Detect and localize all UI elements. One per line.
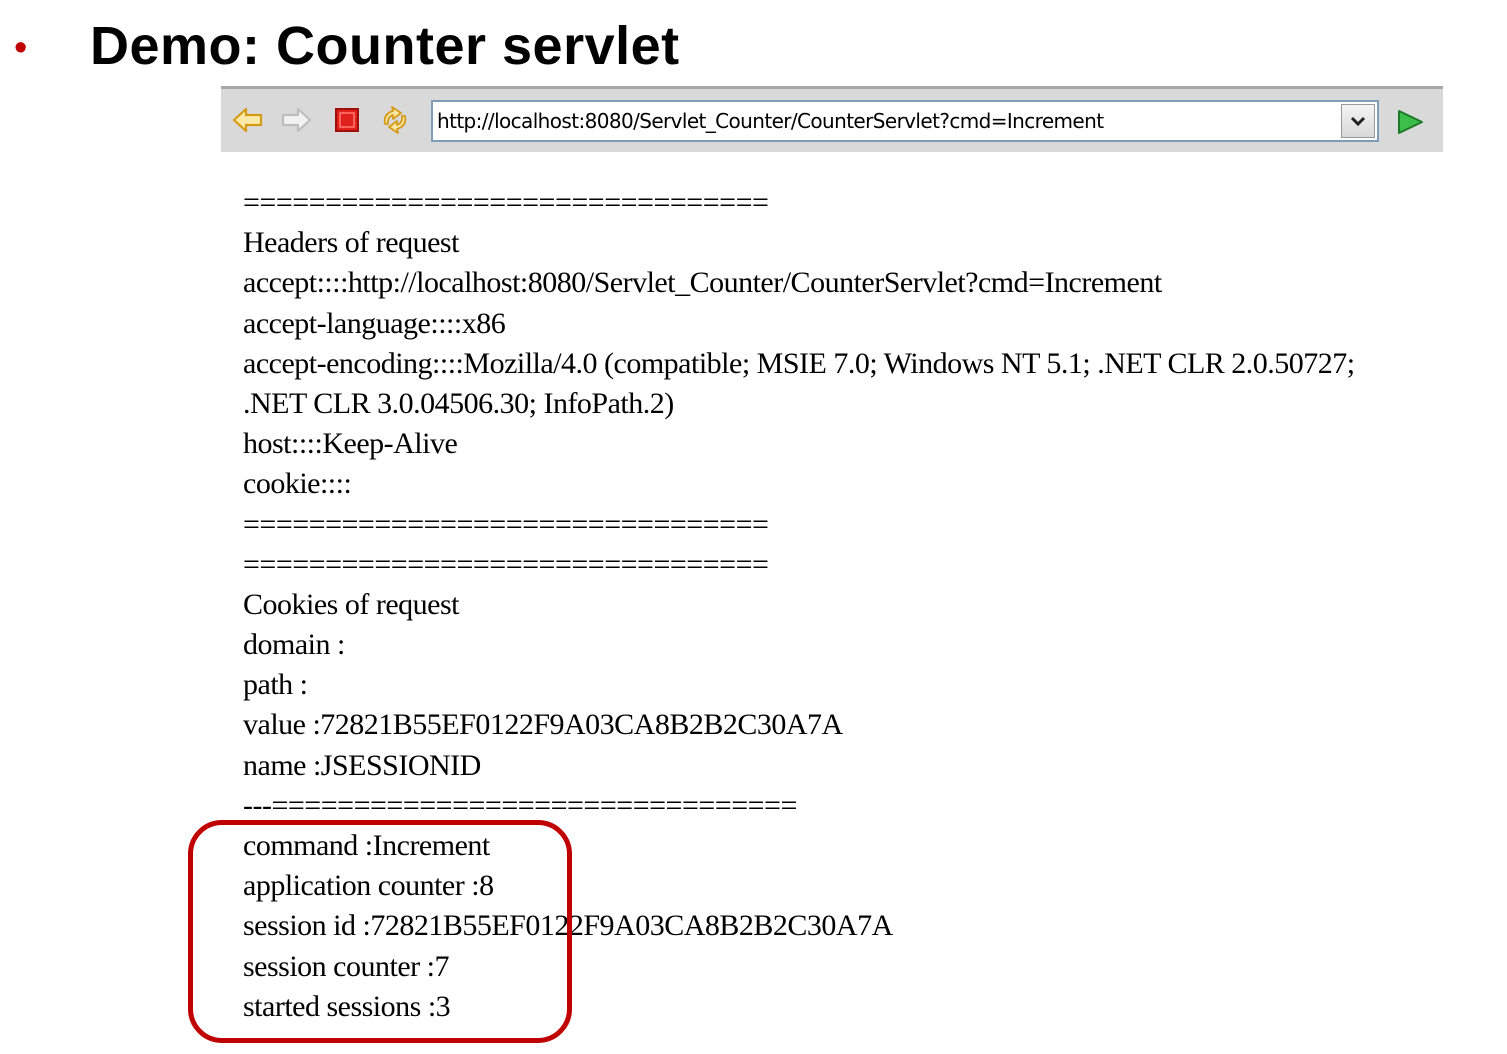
forward-arrow-icon [281,107,312,133]
started-sessions-line: started sessions :3 [243,989,451,1023]
cookie-path: path : [243,668,308,702]
cookie-name: name :JSESSIONID [243,748,481,782]
stop-icon [335,108,359,132]
forward-button[interactable] [279,103,313,137]
cookie-value: value :72821B55EF0122F9A03CA8B2B2C30A7A [243,708,843,742]
servlet-output: ================================ Headers… [243,183,1393,1027]
chevron-down-icon [1350,116,1366,127]
headers-heading: Headers of request [243,226,459,260]
cookies-heading: Cookies of request [243,587,459,621]
cookie-domain: domain : [243,628,345,662]
header-host: host::::Keep-Alive [243,427,458,461]
url-dropdown-button[interactable] [1341,104,1375,138]
bullet-marker: • [14,27,28,69]
go-button[interactable] [1393,105,1427,139]
header-cookie: cookie:::: [243,467,352,501]
stop-button[interactable] [330,103,364,137]
header-accept-encoding: accept-encoding::::Mozilla/4.0 (compatib… [243,346,1355,420]
browser-toolbar [221,86,1443,152]
application-counter-line: application counter :8 [243,869,494,903]
back-arrow-icon [232,107,263,133]
command-line: command :Increment [243,829,490,863]
session-counter-line: session counter :7 [243,949,449,983]
refresh-icon [383,106,407,134]
header-accept-language: accept-language::::x86 [243,306,506,340]
separator-line: ================================ [243,507,769,541]
slide-title-text: Demo: Counter servlet [90,16,680,76]
go-arrow-icon [1398,110,1423,134]
refresh-button[interactable] [378,103,412,137]
session-id-line: session id :72821B55EF0122F9A03CA8B2B2C3… [243,909,893,943]
separator-line: ================================ [243,547,769,581]
separator-line: ================================ [243,186,769,219]
address-bar[interactable] [431,100,1379,142]
header-accept: accept::::http://localhost:8080/Servlet_… [243,266,1162,300]
separator-line: ---================================ [243,788,797,822]
slide-title: • Demo: Counter servlet [0,10,1507,80]
url-input[interactable] [435,104,1341,138]
back-button[interactable] [231,103,265,137]
